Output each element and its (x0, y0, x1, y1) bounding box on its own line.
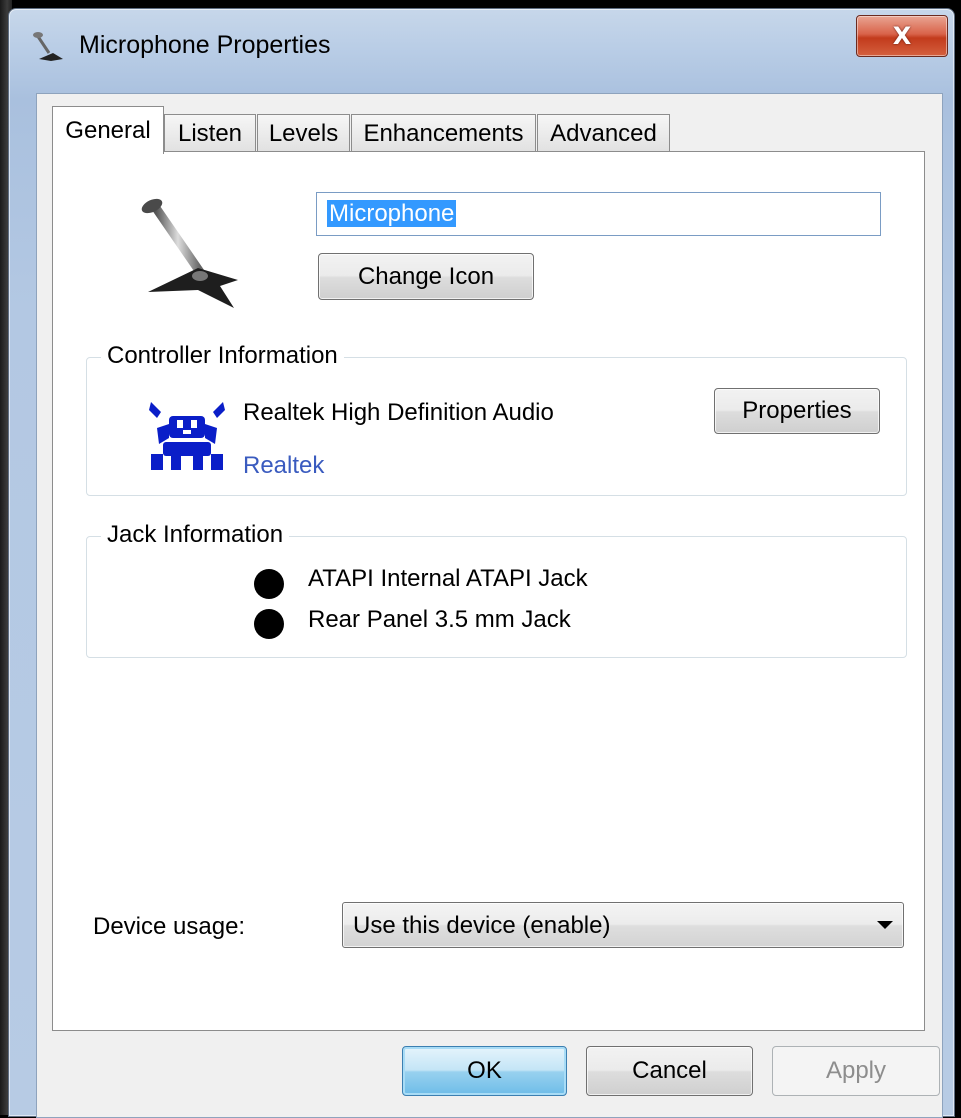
properties-label: Properties (742, 397, 852, 424)
ok-label: OK (467, 1057, 502, 1084)
cancel-button[interactable]: Cancel (586, 1046, 753, 1096)
tab-enhancements[interactable]: Enhancements (351, 114, 536, 152)
general-tab-panel: Microphone Change Icon Controller Inform… (52, 151, 925, 1031)
tab-listen[interactable]: Listen (164, 114, 256, 152)
jack-color-dot (254, 569, 284, 599)
properties-dialog: Microphone Properties X General Listen L… (8, 8, 955, 1118)
jack-item-label: Rear Panel 3.5 mm Jack (308, 606, 571, 633)
device-name-input[interactable]: Microphone (316, 192, 881, 236)
apply-button[interactable]: Apply (772, 1046, 940, 1096)
tab-label: Advanced (550, 119, 657, 147)
cancel-label: Cancel (632, 1057, 707, 1084)
device-usage-select[interactable]: Use this device (enable) (342, 902, 904, 948)
group-title: Controller Information (101, 342, 344, 370)
device-name-value: Microphone (327, 200, 457, 227)
change-icon-label: Change Icon (357, 262, 495, 290)
controller-name: Realtek High Definition Audio (243, 399, 554, 426)
jack-color-dot (254, 609, 284, 639)
dialog-client-area: General Listen Levels Enhancements Advan… (36, 93, 943, 1118)
controller-properties-button[interactable]: Properties (714, 388, 880, 434)
tab-label: General (65, 116, 151, 144)
apply-label: Apply (825, 1057, 887, 1084)
ok-button[interactable]: OK (402, 1046, 567, 1096)
close-icon: X (892, 22, 912, 50)
vendor-link[interactable]: Realtek (243, 452, 324, 480)
dropdown-arrow-icon (877, 921, 893, 929)
controller-information-group: Controller Information Realtek High Defi… (86, 342, 907, 496)
microphone-icon (33, 32, 63, 61)
tab-label: Enhancements (363, 119, 524, 147)
tab-strip: General Listen Levels Enhancements Advan… (52, 106, 927, 154)
jack-item-label: ATAPI Internal ATAPI Jack (308, 565, 588, 592)
window-title: Microphone Properties (79, 31, 331, 59)
tab-label: Listen (177, 119, 243, 147)
device-usage-label: Device usage: (93, 913, 246, 940)
tab-label: Levels (268, 119, 339, 147)
close-button[interactable]: X (856, 15, 948, 57)
tab-advanced[interactable]: Advanced (537, 114, 670, 152)
tab-levels[interactable]: Levels (257, 114, 350, 152)
tab-general[interactable]: General (52, 106, 164, 154)
realtek-crab-icon (149, 402, 225, 470)
change-icon-button[interactable]: Change Icon (318, 253, 534, 300)
jack-information-group: Jack Information ATAPI Internal ATAPI Ja… (86, 521, 907, 658)
microphone-icon (141, 198, 238, 308)
group-title: Jack Information (101, 521, 290, 549)
title-bar[interactable]: Microphone Properties X (9, 9, 954, 85)
device-usage-value: Use this device (enable) (353, 912, 611, 939)
